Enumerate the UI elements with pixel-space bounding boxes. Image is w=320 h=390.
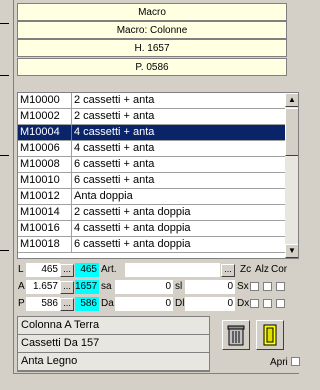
article-browse-button[interactable]: ... [221,264,235,277]
left-panel-edge [0,0,12,389]
zc-label: Zc [240,264,252,275]
list-item[interactable]: M10000 2 cassetti + anta [18,93,285,109]
width-input[interactable]: 465 [26,263,60,277]
list-item[interactable]: M10010 6 cassetti + anta [18,173,285,189]
header-depth: P. 0586 [17,58,287,76]
scroll-up-icon[interactable]: ▲ [285,93,298,107]
dim-row-A: A 1.657 ... 1657 sa 0 sl 0 Sx [17,279,299,296]
trash-icon [227,325,245,346]
macro-list[interactable]: M10000 2 cassetti + anta M10002 2 cassetti… [17,92,299,259]
list-item[interactable]: M10018 6 cassetti + anta doppia [18,237,285,253]
list-item-selected[interactable]: M10004 4 cassetti + anta [18,125,285,141]
header-height: H. 1657 [17,39,287,57]
depth-cyan-value[interactable]: 586 [75,297,99,311]
depth-browse-button[interactable]: ... [60,298,74,311]
sx-label: Sx [237,281,249,292]
da-input[interactable]: 0 [115,297,173,311]
scroll-down-icon[interactable]: ▼ [285,244,298,258]
door-icon [263,324,277,346]
height-cyan-value[interactable]: 1657 [75,280,99,294]
component-item[interactable]: Cassetti Da 157 [18,335,209,353]
dim-row-P: P 586 ... 586 Da 0 Dl 0 Dx [17,296,299,313]
edge-tick [0,155,9,156]
component-list: Colonna A Terra Cassetti Da 157 Anta Leg… [17,316,210,372]
list-item[interactable]: M10002 2 cassetti + anta [18,109,285,125]
dim-row-L: L 465 ... 465 Art. ... Zc Alz Cor [17,262,299,279]
list-scrollbar[interactable]: ▲ ▼ [285,93,298,258]
component-item[interactable]: Anta Legno [18,353,209,371]
list-item[interactable]: M10008 6 cassetti + anta [18,157,285,173]
dx-checkbox-2[interactable] [263,299,272,308]
header-title: Macro [17,3,287,21]
depth-input[interactable]: 586 [26,297,60,311]
width-cyan-value[interactable]: 465 [75,263,99,277]
apri-checkbox[interactable] [291,357,300,366]
sl-label: sl [175,281,183,292]
sx-checkbox-3[interactable] [276,282,285,291]
dx-checkbox-1[interactable] [250,299,259,308]
sa-input[interactable]: 0 [115,280,173,294]
dim-label: L [18,264,24,275]
edge-tick [0,250,9,251]
apri-label: Apri [270,357,288,368]
edge-tick [0,23,9,24]
da-label: Da [101,298,114,309]
list-item[interactable]: M10014 2 cassetti + anta doppia [18,205,285,221]
dx-label: Dx [237,298,250,309]
dim-label: A [18,281,25,292]
component-item[interactable]: Colonna A Terra [18,317,209,335]
article-input[interactable] [125,263,220,277]
list-item[interactable]: M10012 Anta doppia [18,189,285,205]
list-item[interactable]: M10006 4 cassetti + anta [18,141,285,157]
article-label: Art. [101,264,117,275]
height-input[interactable]: 1.657 [26,280,60,294]
door-button[interactable] [256,320,284,350]
sa-label: sa [101,281,112,292]
sx-checkbox-2[interactable] [263,282,272,291]
sx-checkbox-1[interactable] [250,282,259,291]
scroll-thumb[interactable] [285,108,298,156]
dim-label: P [18,298,25,309]
sl-input[interactable]: 0 [185,280,235,294]
bottom-bar [13,373,299,390]
header-macro-name: Macro: Colonne [17,21,287,39]
alz-label: Alz [255,264,269,275]
dx-checkbox-3[interactable] [276,299,285,308]
height-browse-button[interactable]: ... [60,281,74,294]
edge-tick [0,75,9,76]
cor-label: Cor [271,264,288,275]
list-item[interactable]: M10016 4 cassetti + anta doppia [18,221,285,237]
dl-label: Dl [175,298,185,309]
dl-input[interactable]: 0 [185,297,235,311]
delete-button[interactable] [222,320,250,350]
width-browse-button[interactable]: ... [60,264,74,277]
